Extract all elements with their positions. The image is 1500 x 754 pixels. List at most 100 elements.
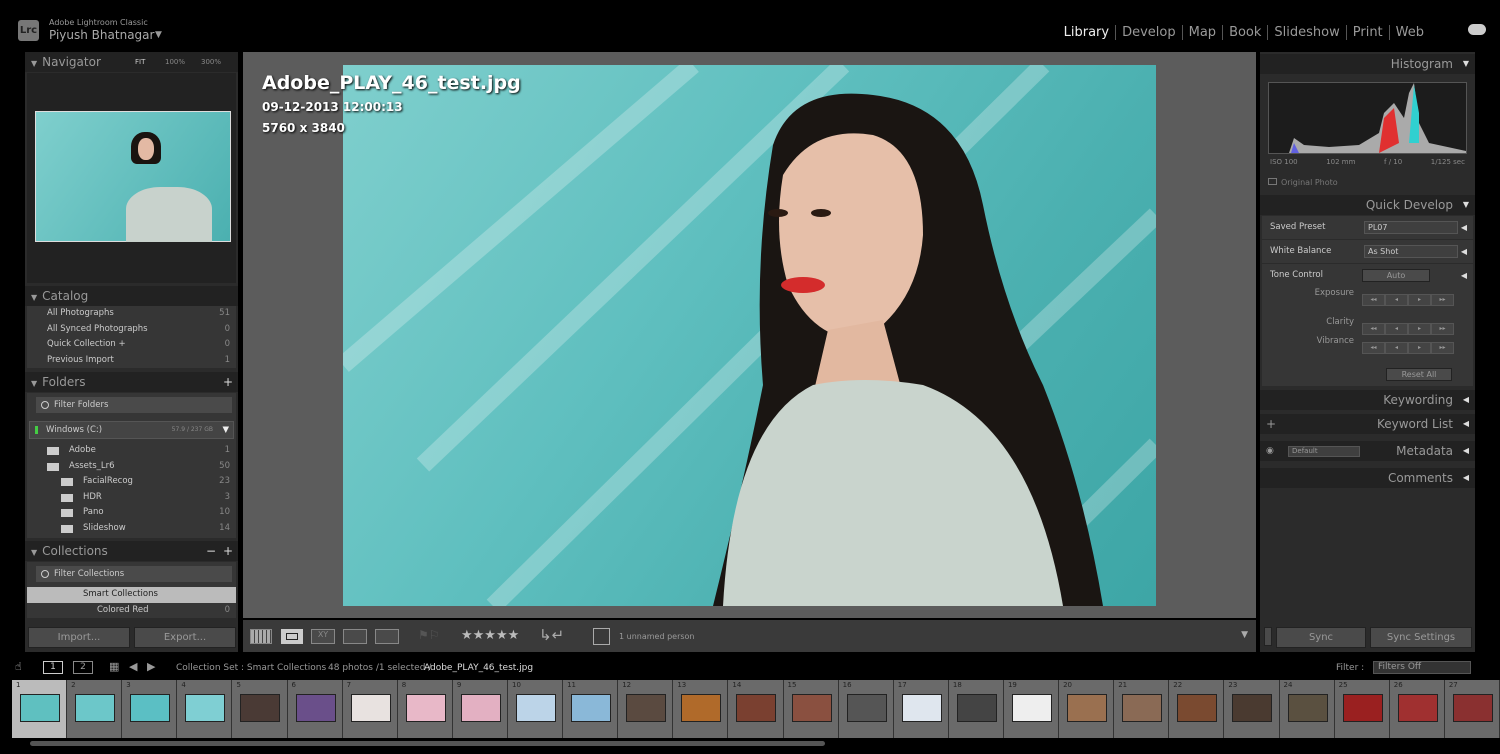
catalog-item[interactable]: Quick Collection + 0 <box>27 337 236 353</box>
white-balance-select[interactable]: As Shot <box>1364 245 1458 258</box>
filter-collections-input[interactable]: Filter Collections <box>36 566 232 582</box>
filmstrip-thumbnail[interactable]: 7 <box>342 680 398 738</box>
catalog-item[interactable]: All Photographs 51 <box>27 306 236 322</box>
secondary-window-button[interactable]: 2 <box>73 661 93 674</box>
catalog-item[interactable]: All Synced Photographs 0 <box>27 322 236 338</box>
filmstrip-thumbnail[interactable]: 1 <box>12 680 68 738</box>
sync-button[interactable]: Sync <box>1276 627 1366 648</box>
folder-item[interactable]: HDR 3 <box>27 490 236 506</box>
sync-settings-button[interactable]: Sync Settings <box>1370 627 1472 648</box>
filmstrip-thumbnail[interactable]: 27 <box>1444 680 1500 738</box>
navigator-preview[interactable] <box>27 73 236 283</box>
filmstrip-thumbnail[interactable]: 16 <box>838 680 894 738</box>
loupe-view-icon[interactable] <box>281 629 303 644</box>
hand-pointer-icon[interactable]: ☝ <box>15 660 22 673</box>
collection-colored-red[interactable]: Colored Red 0 <box>27 603 236 619</box>
auto-sync-toggle[interactable] <box>1264 627 1272 646</box>
expand-icon[interactable]: ◀ <box>1461 240 1467 263</box>
metadata-header[interactable]: ◉ Default Metadata ◀ <box>1260 441 1475 461</box>
folder-item[interactable]: FacialRecog 23 <box>27 474 236 490</box>
auto-tone-button[interactable]: Auto <box>1362 269 1430 282</box>
add-collection-icon[interactable]: + <box>223 541 233 561</box>
people-view-icon[interactable] <box>375 629 399 644</box>
source-label[interactable]: Collection Set : Smart Collections <box>176 663 326 673</box>
filmstrip-thumbnail[interactable]: 9 <box>452 680 508 738</box>
reset-all-button[interactable]: Reset All <box>1386 368 1452 381</box>
add-keyword-icon[interactable]: + <box>1266 414 1276 434</box>
module-web[interactable]: Web <box>1390 25 1430 40</box>
add-folder-icon[interactable]: + <box>223 372 233 392</box>
filmstrip-thumbnail[interactable]: 3 <box>122 680 178 738</box>
metadata-preset-select[interactable]: Default <box>1288 446 1360 457</box>
zoom-fit[interactable]: FIT <box>135 52 145 72</box>
import-button[interactable]: Import... <box>28 627 130 648</box>
export-button[interactable]: Export... <box>134 627 236 648</box>
toolbar-menu-icon[interactable]: ▼ <box>1241 630 1248 640</box>
chevron-down-icon[interactable]: ▼ <box>155 30 162 40</box>
identity-plate[interactable]: Piyush Bhatnagar <box>49 28 154 42</box>
filmstrip-thumbnail[interactable]: 4 <box>177 680 233 738</box>
catalog-item[interactable]: Previous Import 1 <box>27 353 236 369</box>
collection-set-smart[interactable]: Smart Collections <box>27 587 236 603</box>
navigator-thumbnail[interactable] <box>35 111 231 242</box>
filter-select[interactable]: Filters Off <box>1373 661 1471 674</box>
module-print[interactable]: Print <box>1347 25 1390 40</box>
module-develop[interactable]: Develop <box>1116 25 1183 40</box>
expand-icon[interactable]: ◀ <box>1461 216 1467 239</box>
grid-icon[interactable]: ▦ <box>109 660 119 673</box>
folder-item[interactable]: Adobe 1 <box>27 443 236 459</box>
filmstrip-thumbnail[interactable]: 8 <box>397 680 453 738</box>
filmstrip-thumbnail[interactable]: 18 <box>948 680 1004 738</box>
back-arrow-icon[interactable]: ◀ <box>129 660 137 673</box>
survey-view-icon[interactable] <box>343 629 367 644</box>
filmstrip-thumbnail[interactable]: 23 <box>1224 680 1280 738</box>
exposure-stepper[interactable]: ◂◂ ◂ ▸ ▸▸ <box>1362 294 1454 306</box>
filmstrip-thumbnail[interactable]: 15 <box>783 680 839 738</box>
filmstrip-thumbnail[interactable]: 19 <box>1003 680 1060 738</box>
module-library[interactable]: Library <box>1058 25 1117 40</box>
histogram-header[interactable]: Histogram ▼ <box>1260 54 1475 74</box>
filmstrip-thumbnail[interactable]: 11 <box>563 680 619 738</box>
filmstrip-thumbnail[interactable]: 22 <box>1169 680 1225 738</box>
filmstrip-thumbnail[interactable]: 14 <box>728 680 784 738</box>
main-window-button[interactable]: 1 <box>43 661 63 674</box>
filmstrip-thumbnail[interactable]: 26 <box>1389 680 1445 738</box>
clarity-stepper[interactable]: ◂◂ ◂ ▸ ▸▸ <box>1362 323 1454 335</box>
volume-windows[interactable]: Windows (C:) 57.9 / 237 GB ▼ <box>29 421 234 439</box>
main-photo[interactable] <box>343 65 1156 606</box>
comments-header[interactable]: Comments ◀ <box>1260 468 1475 488</box>
catalog-header[interactable]: ▼ Catalog <box>25 286 238 306</box>
folder-item[interactable]: Slideshow 14 <box>27 521 236 537</box>
keywording-header[interactable]: Keywording ◀ <box>1260 390 1475 410</box>
filmstrip-thumbnail[interactable]: 12 <box>618 680 674 738</box>
eye-icon[interactable]: ◉ <box>1266 441 1274 461</box>
face-region-icon[interactable] <box>593 628 610 645</box>
saved-preset-select[interactable]: PL07 <box>1364 221 1458 234</box>
cloud-icon[interactable] <box>1468 24 1486 35</box>
filmstrip-thumbnail[interactable]: 20 <box>1059 680 1115 738</box>
module-book[interactable]: Book <box>1223 25 1269 40</box>
keyword-list-header[interactable]: + Keyword List ◀ <box>1260 414 1475 434</box>
vibrance-stepper[interactable]: ◂◂ ◂ ▸ ▸▸ <box>1362 342 1454 354</box>
original-photo-checkbox[interactable]: Original Photo <box>1268 178 1338 187</box>
chevron-down-icon[interactable]: ▼ <box>222 422 229 438</box>
folders-header[interactable]: ▼ Folders + <box>25 372 238 392</box>
folder-item[interactable]: Assets_Lr6 50 <box>27 459 236 475</box>
current-file[interactable]: Adobe_PLAY_46_test.jpg <box>424 663 533 673</box>
folder-item[interactable]: Pano 10 <box>27 505 236 521</box>
filmstrip-thumbnail[interactable]: 5 <box>232 680 288 738</box>
zoom-300[interactable]: 300% <box>201 52 221 72</box>
star-rating[interactable]: ★★★★★ <box>461 628 519 643</box>
navigator-header[interactable]: ▼ Navigator FIT 100% 300% <box>25 52 238 72</box>
module-slideshow[interactable]: Slideshow <box>1268 25 1347 40</box>
module-map[interactable]: Map <box>1183 25 1224 40</box>
grid-view-icon[interactable] <box>250 629 272 644</box>
filmstrip-scrollbar[interactable] <box>30 741 825 746</box>
compare-view-icon[interactable]: XY <box>311 629 335 644</box>
filmstrip-thumbnail[interactable]: 21 <box>1114 680 1170 738</box>
filmstrip-thumbnail[interactable]: 10 <box>507 680 564 738</box>
collections-header[interactable]: ▼ Collections − + <box>25 541 238 561</box>
quick-develop-header[interactable]: Quick Develop ▼ <box>1260 195 1475 215</box>
filmstrip-thumbnail[interactable]: 6 <box>287 680 343 738</box>
flag-icon[interactable]: ⚑⚐ <box>418 628 440 642</box>
